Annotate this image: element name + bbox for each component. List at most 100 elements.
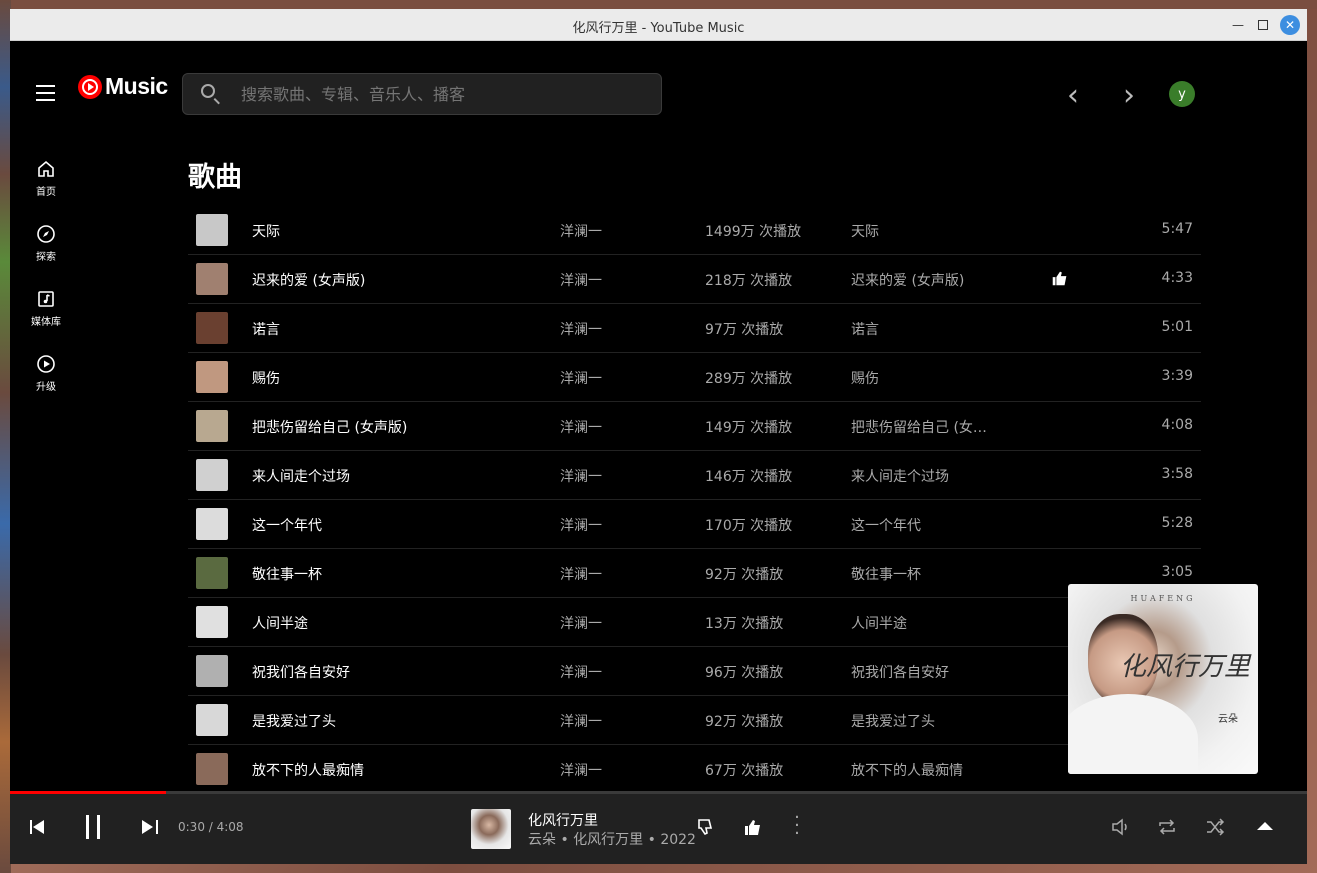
table-row[interactable]: 这一个年代 洋澜一 170万 次播放 这一个年代 5:28 xyxy=(188,500,1201,549)
song-artist[interactable]: 洋澜一 xyxy=(560,564,602,584)
song-album[interactable]: 迟来的爱 (女声版) xyxy=(851,270,964,290)
song-artist[interactable]: 洋澜一 xyxy=(560,221,602,241)
song-album[interactable]: 敬往事一杯 xyxy=(851,564,921,584)
song-artist[interactable]: 洋澜一 xyxy=(560,270,602,290)
table-row[interactable]: 人间半途 洋澜一 13万 次播放 人间半途 xyxy=(188,598,1201,647)
table-row[interactable]: 祝我们各自安好 洋澜一 96万 次播放 祝我们各自安好 xyxy=(188,647,1201,696)
now-playing-subtitle[interactable]: 云朵 • 化风行万里 • 2022 xyxy=(528,829,696,849)
sidebar-item-explore[interactable]: 探索 xyxy=(10,224,82,263)
table-row[interactable]: 天际 洋澜一 1499万 次播放 天际 5:47 xyxy=(188,206,1201,255)
liked-icon[interactable] xyxy=(1050,268,1070,288)
volume-icon[interactable] xyxy=(1110,816,1132,838)
song-artist[interactable]: 洋澜一 xyxy=(560,662,602,682)
album-art-mini-player[interactable]: HUAFENG 化风行万里 云朵 xyxy=(1068,584,1258,774)
table-row[interactable]: 敬往事一杯 洋澜一 92万 次播放 敬往事一杯 3:05 xyxy=(188,549,1201,598)
song-title[interactable]: 天际 xyxy=(252,221,280,241)
song-artist[interactable]: 洋澜一 xyxy=(560,711,602,731)
song-artist[interactable]: 洋澜一 xyxy=(560,613,602,633)
search-input[interactable] xyxy=(239,84,643,105)
back-button[interactable]: ‹ xyxy=(1067,81,1079,111)
sidebar-item-library[interactable]: 媒体库 xyxy=(10,289,82,328)
like-icon[interactable] xyxy=(742,816,764,838)
song-title[interactable]: 这一个年代 xyxy=(252,515,322,535)
table-row[interactable]: 赐伤 洋澜一 289万 次播放 赐伤 3:39 xyxy=(188,353,1201,402)
title-bar: 化风行万里 - YouTube Music — ✕ xyxy=(10,9,1307,41)
song-artist[interactable]: 洋澜一 xyxy=(560,466,602,486)
song-album[interactable]: 赐伤 xyxy=(851,368,879,388)
song-title[interactable]: 祝我们各自安好 xyxy=(252,662,350,682)
table-row[interactable]: 把悲伤留给自己 (女声版) 洋澜一 149万 次播放 把悲伤留给自己 (女… 4:08 xyxy=(188,402,1201,451)
song-plays: 13万 次播放 xyxy=(705,616,784,632)
table-row[interactable]: 来人间走个过场 洋澜一 146万 次播放 来人间走个过场 3:58 xyxy=(188,451,1201,500)
song-title[interactable]: 诺言 xyxy=(252,319,280,339)
song-title[interactable]: 赐伤 xyxy=(252,368,280,388)
album-art-artist: 云朵 xyxy=(1218,714,1238,725)
maximize-button[interactable] xyxy=(1253,15,1273,35)
song-title[interactable]: 来人间走个过场 xyxy=(252,466,350,486)
song-title[interactable]: 把悲伤留给自己 (女声版) xyxy=(252,417,407,437)
song-thumbnail[interactable] xyxy=(196,704,228,736)
now-playing-thumbnail[interactable] xyxy=(471,809,511,849)
song-album[interactable]: 诺言 xyxy=(851,319,879,339)
song-artist[interactable]: 洋澜一 xyxy=(560,417,602,437)
page-title: 歌曲 xyxy=(188,162,242,193)
song-plays: 1499万 次播放 xyxy=(705,224,802,240)
table-row[interactable]: 是我爱过了头 洋澜一 92万 次播放 是我爱过了头 xyxy=(188,696,1201,745)
song-title[interactable]: 放不下的人最痴情 xyxy=(252,760,364,780)
compass-icon xyxy=(37,225,55,243)
table-row[interactable]: 迟来的爱 (女声版) 洋澜一 218万 次播放 迟来的爱 (女声版) 4:33 xyxy=(188,255,1201,304)
search-box[interactable] xyxy=(182,73,662,115)
song-thumbnail[interactable] xyxy=(196,606,228,638)
song-title[interactable]: 人间半途 xyxy=(252,613,308,633)
song-artist[interactable]: 洋澜一 xyxy=(560,515,602,535)
menu-icon[interactable] xyxy=(36,85,55,106)
shuffle-icon[interactable] xyxy=(1204,816,1226,838)
table-row[interactable]: 放不下的人最痴情 洋澜一 67万 次播放 放不下的人最痴情 xyxy=(188,745,1201,794)
next-button[interactable] xyxy=(142,820,158,834)
pause-button[interactable] xyxy=(84,815,104,839)
song-duration: 5:01 xyxy=(1161,319,1193,335)
song-album[interactable]: 是我爱过了头 xyxy=(851,711,935,731)
song-title[interactable]: 敬往事一杯 xyxy=(252,564,322,584)
song-thumbnail[interactable] xyxy=(196,459,228,491)
sidebar-item-upgrade[interactable]: 升级 xyxy=(10,354,82,393)
repeat-icon[interactable] xyxy=(1156,816,1178,838)
song-album[interactable]: 天际 xyxy=(851,221,879,241)
song-album[interactable]: 把悲伤留给自己 (女… xyxy=(851,417,987,437)
song-thumbnail[interactable] xyxy=(196,361,228,393)
song-thumbnail[interactable] xyxy=(196,263,228,295)
song-title[interactable]: 是我爱过了头 xyxy=(252,711,336,731)
song-artist[interactable]: 洋澜一 xyxy=(560,368,602,388)
more-options-icon[interactable]: · · · xyxy=(794,809,800,843)
song-title[interactable]: 迟来的爱 (女声版) xyxy=(252,270,365,290)
song-album[interactable]: 人间半途 xyxy=(851,613,907,633)
song-thumbnail[interactable] xyxy=(196,753,228,785)
song-thumbnail[interactable] xyxy=(196,410,228,442)
song-artist[interactable]: 洋澜一 xyxy=(560,760,602,780)
avatar[interactable]: y xyxy=(1169,81,1195,107)
song-album[interactable]: 来人间走个过场 xyxy=(851,466,949,486)
table-row[interactable]: 诺言 洋澜一 97万 次播放 诺言 5:01 xyxy=(188,304,1201,353)
expand-player-icon[interactable] xyxy=(1257,822,1273,830)
forward-button[interactable]: › xyxy=(1123,81,1135,111)
song-thumbnail[interactable] xyxy=(196,557,228,589)
song-album[interactable]: 放不下的人最痴情 xyxy=(851,760,963,780)
song-thumbnail[interactable] xyxy=(196,508,228,540)
logo[interactable]: Music xyxy=(78,73,168,100)
close-button[interactable]: ✕ xyxy=(1280,15,1300,35)
album-art-title: 化风行万里 xyxy=(1119,652,1250,682)
song-duration: 5:28 xyxy=(1161,515,1193,531)
song-thumbnail[interactable] xyxy=(196,312,228,344)
sidebar-item-home[interactable]: 首页 xyxy=(10,159,82,198)
song-duration: 3:39 xyxy=(1161,368,1193,384)
now-playing-title[interactable]: 化风行万里 xyxy=(528,810,598,830)
song-thumbnail[interactable] xyxy=(196,655,228,687)
minimize-button[interactable]: — xyxy=(1228,15,1248,35)
song-album[interactable]: 这一个年代 xyxy=(851,515,921,535)
song-artist[interactable]: 洋澜一 xyxy=(560,319,602,339)
player-bar: 0:30 / 4:08 化风行万里 云朵 • 化风行万里 • 2022 · · · xyxy=(10,794,1307,864)
song-thumbnail[interactable] xyxy=(196,214,228,246)
song-album[interactable]: 祝我们各自安好 xyxy=(851,662,949,682)
dislike-icon[interactable] xyxy=(696,816,718,838)
previous-button[interactable] xyxy=(30,820,46,834)
